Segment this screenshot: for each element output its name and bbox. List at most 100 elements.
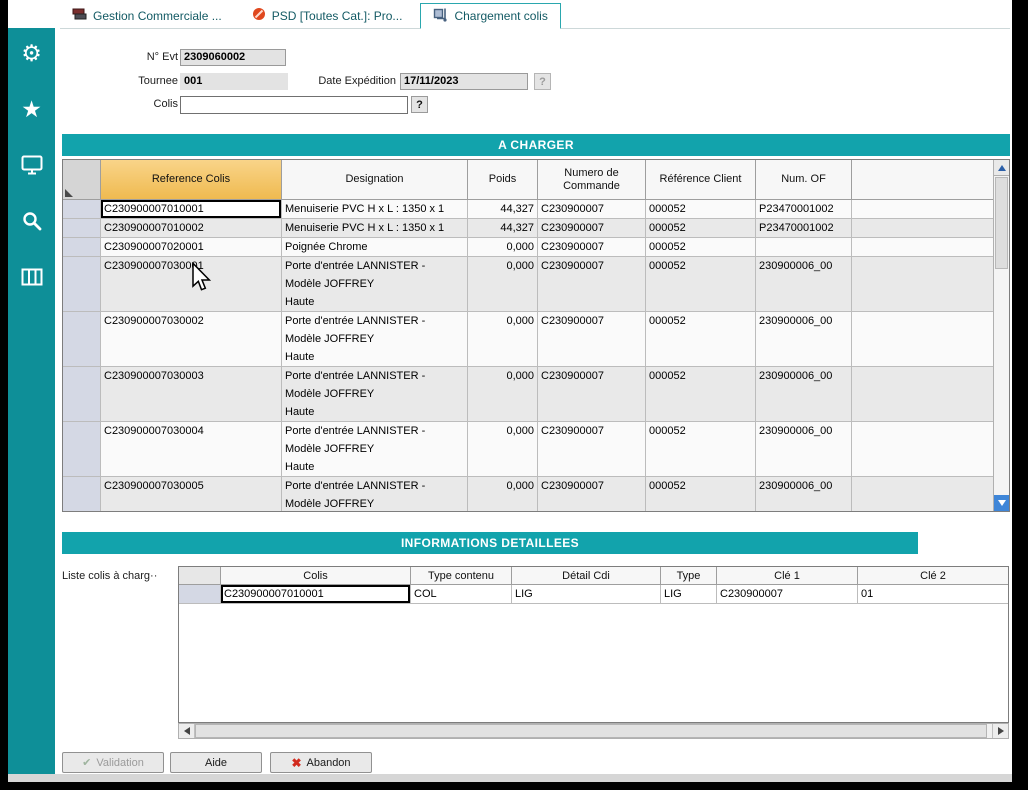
row-selector-cell[interactable] [63,200,101,219]
cell-num-of[interactable]: 230900006_00 [756,257,852,312]
cell-poids[interactable]: 44,327 [468,200,538,219]
scroll-up-button[interactable] [994,160,1009,176]
colis-help-button[interactable]: ? [411,96,428,113]
cell-reference[interactable]: C230900007030004 [101,422,282,477]
monitor-icon[interactable] [19,152,45,178]
cell-ref-client[interactable]: 000052 [646,367,756,422]
cell-num-of[interactable]: 230900006_00 [756,422,852,477]
columns-icon[interactable] [19,264,45,290]
cell-ref-client[interactable]: 000052 [646,477,756,511]
colis-input[interactable] [180,96,408,114]
cell-poids[interactable]: 44,327 [468,219,538,238]
search-icon[interactable] [19,208,45,234]
scroll-left-button[interactable] [179,724,195,738]
cell-detail-cdi[interactable]: LIG [512,585,661,604]
scroll-right-button[interactable] [992,724,1008,738]
column-header-reference-client[interactable]: Référence Client [646,160,756,200]
tab-gestion-commerciale[interactable]: Gestion Commerciale ... [60,3,234,28]
table-row[interactable]: C230900007010001COLLIGLIGC23090000701 [179,585,1008,604]
cell-reference[interactable]: C230900007020001 [101,238,282,257]
table-row[interactable]: C230900007020001Poignée Chrome0,000C2309… [63,238,993,257]
cell-reference[interactable]: C230900007010001 [101,200,282,219]
detail-select-corner[interactable] [179,567,221,585]
cell-commande[interactable]: C230900007 [538,219,646,238]
cell-poids[interactable]: 0,000 [468,477,538,511]
scroll-down-button[interactable] [994,495,1009,511]
cell-colis[interactable]: C230900007010001 [221,585,411,604]
row-selector-cell[interactable] [63,477,101,511]
cell-reference[interactable]: C230900007030001 [101,257,282,312]
cell-reference[interactable]: C230900007030002 [101,312,282,367]
cell-poids[interactable]: 0,000 [468,238,538,257]
row-selector-cell[interactable] [63,257,101,312]
cell-commande[interactable]: C230900007 [538,367,646,422]
table-row[interactable]: C230900007030003Porte d'entrée LANNISTER… [63,367,993,422]
cell-commande[interactable]: C230900007 [538,200,646,219]
cell-designation[interactable]: Menuiserie PVC H x L : 1350 x 1 [282,219,468,238]
cell-commande[interactable]: C230900007 [538,257,646,312]
cell-cle1[interactable]: C230900007 [717,585,858,604]
column-header-colis[interactable]: Colis [221,567,411,585]
column-header-type[interactable]: Type [661,567,717,585]
column-header-poids[interactable]: Poids [468,160,538,200]
select-all-corner[interactable] [63,160,101,200]
cell-commande[interactable]: C230900007 [538,238,646,257]
tab-chargement-colis[interactable]: Chargement colis [420,3,560,29]
column-header-cle2[interactable]: Clé 2 [858,567,1008,585]
cell-num-of[interactable]: 230900006_00 [756,477,852,511]
cell-ref-client[interactable]: 000052 [646,200,756,219]
cell-ref-client[interactable]: 000052 [646,257,756,312]
cell-num-of[interactable]: 230900006_00 [756,367,852,422]
gear-icon[interactable]: ⚙ [19,40,45,66]
cell-reference[interactable]: C230900007030003 [101,367,282,422]
tab-psd[interactable]: PSD [Toutes Cat.]: Pro... [240,3,415,28]
cell-poids[interactable]: 0,000 [468,422,538,477]
row-selector-cell[interactable] [63,238,101,257]
cell-ref-client[interactable]: 000052 [646,219,756,238]
cell-designation[interactable]: Porte d'entrée LANNISTER - Modèle JOFFRE… [282,422,468,477]
column-header-num-of[interactable]: Num. OF [756,160,852,200]
vertical-scroll-thumb[interactable] [995,177,1008,269]
cell-designation[interactable]: Porte d'entrée LANNISTER - Modèle JOFFRE… [282,477,468,511]
horizontal-scroll-thumb[interactable] [195,724,987,738]
column-header-designation[interactable]: Designation [282,160,468,200]
cell-type-contenu[interactable]: COL [411,585,512,604]
cell-designation[interactable]: Porte d'entrée LANNISTER - Modèle JOFFRE… [282,367,468,422]
cell-designation[interactable]: Poignée Chrome [282,238,468,257]
cell-commande[interactable]: C230900007 [538,477,646,511]
cell-num-of[interactable]: P23470001002 [756,219,852,238]
row-selector-cell[interactable] [63,312,101,367]
cell-cle2[interactable]: 01 [858,585,1008,604]
horizontal-scrollbar[interactable] [178,723,1009,739]
abandon-button[interactable]: ✖ Abandon [270,752,372,773]
table-row[interactable]: C230900007030002Porte d'entrée LANNISTER… [63,312,993,367]
cell-designation[interactable]: Porte d'entrée LANNISTER - Modèle JOFFRE… [282,257,468,312]
cell-poids[interactable]: 0,000 [468,312,538,367]
star-icon[interactable]: ★ [19,96,45,122]
cell-num-of[interactable] [756,238,852,257]
cell-reference[interactable]: C230900007030005 [101,477,282,511]
column-header-detail-cdi[interactable]: Détail Cdi [512,567,661,585]
column-header-type-contenu[interactable]: Type contenu [411,567,512,585]
row-selector-cell[interactable] [179,585,221,604]
table-row[interactable]: C230900007010002Menuiserie PVC H x L : 1… [63,219,993,238]
cell-reference[interactable]: C230900007010002 [101,219,282,238]
cell-poids[interactable]: 0,000 [468,257,538,312]
cell-num-of[interactable]: 230900006_00 [756,312,852,367]
row-selector-cell[interactable] [63,367,101,422]
cell-num-of[interactable]: P23470001002 [756,200,852,219]
validation-button[interactable]: ✔ Validation [62,752,164,773]
date-help-button[interactable]: ? [534,73,551,90]
cell-ref-client[interactable]: 000052 [646,238,756,257]
column-header-numero-commande[interactable]: Numero de Commande [538,160,646,200]
cell-commande[interactable]: C230900007 [538,312,646,367]
row-selector-cell[interactable] [63,219,101,238]
table-row[interactable]: C230900007030005Porte d'entrée LANNISTER… [63,477,993,511]
vertical-scrollbar[interactable] [993,160,1009,511]
cell-ref-client[interactable]: 000052 [646,422,756,477]
column-header-cle1[interactable]: Clé 1 [717,567,858,585]
table-row[interactable]: C230900007030004Porte d'entrée LANNISTER… [63,422,993,477]
row-selector-cell[interactable] [63,422,101,477]
cell-ref-client[interactable]: 000052 [646,312,756,367]
cell-poids[interactable]: 0,000 [468,367,538,422]
